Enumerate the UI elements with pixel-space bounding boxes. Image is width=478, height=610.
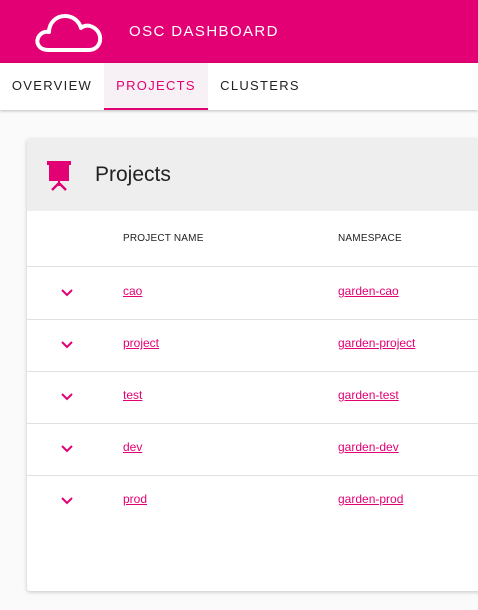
column-header-namespace: NAMESPACE <box>338 233 402 244</box>
app-bar: OSC DASHBOARD <box>0 0 478 63</box>
project-link[interactable]: cao <box>123 284 142 298</box>
presentation-board-icon <box>47 161 71 191</box>
card-title: Projects <box>95 163 171 186</box>
project-link[interactable]: test <box>123 388 142 402</box>
chevron-down-icon[interactable] <box>59 390 75 404</box>
column-header-project-name: PROJECT NAME <box>123 233 204 244</box>
namespace-link[interactable]: garden-test <box>338 388 399 402</box>
cloud-icon[interactable] <box>34 10 104 54</box>
table-row: test garden-test <box>27 371 478 424</box>
table-row: prod garden-prod <box>27 475 478 527</box>
project-link[interactable]: prod <box>123 492 147 506</box>
chevron-down-icon[interactable] <box>59 494 75 508</box>
table-header: PROJECT NAME NAMESPACE <box>27 211 478 267</box>
namespace-link[interactable]: garden-dev <box>338 440 399 454</box>
project-link[interactable]: project <box>123 336 159 350</box>
namespace-link[interactable]: garden-project <box>338 336 415 350</box>
app-title: OSC DASHBOARD <box>129 23 279 40</box>
table-row: cao garden-cao <box>27 267 478 320</box>
chevron-down-icon[interactable] <box>59 338 75 352</box>
chevron-down-icon[interactable] <box>59 442 75 456</box>
namespace-link[interactable]: garden-cao <box>338 284 399 298</box>
project-link[interactable]: dev <box>123 440 142 454</box>
table-row: dev garden-dev <box>27 423 478 476</box>
tab-overview[interactable]: OVERVIEW <box>0 63 104 110</box>
table-row: project garden-project <box>27 319 478 372</box>
chevron-down-icon[interactable] <box>59 286 75 300</box>
card-header: Projects <box>27 139 478 211</box>
projects-card: Projects PROJECT NAME NAMESPACE cao gard… <box>27 139 478 591</box>
tab-projects[interactable]: PROJECTS <box>104 63 208 110</box>
tab-bar: OVERVIEW PROJECTS CLUSTERS <box>0 63 478 110</box>
namespace-link[interactable]: garden-prod <box>338 492 403 506</box>
tab-clusters[interactable]: CLUSTERS <box>208 63 312 110</box>
